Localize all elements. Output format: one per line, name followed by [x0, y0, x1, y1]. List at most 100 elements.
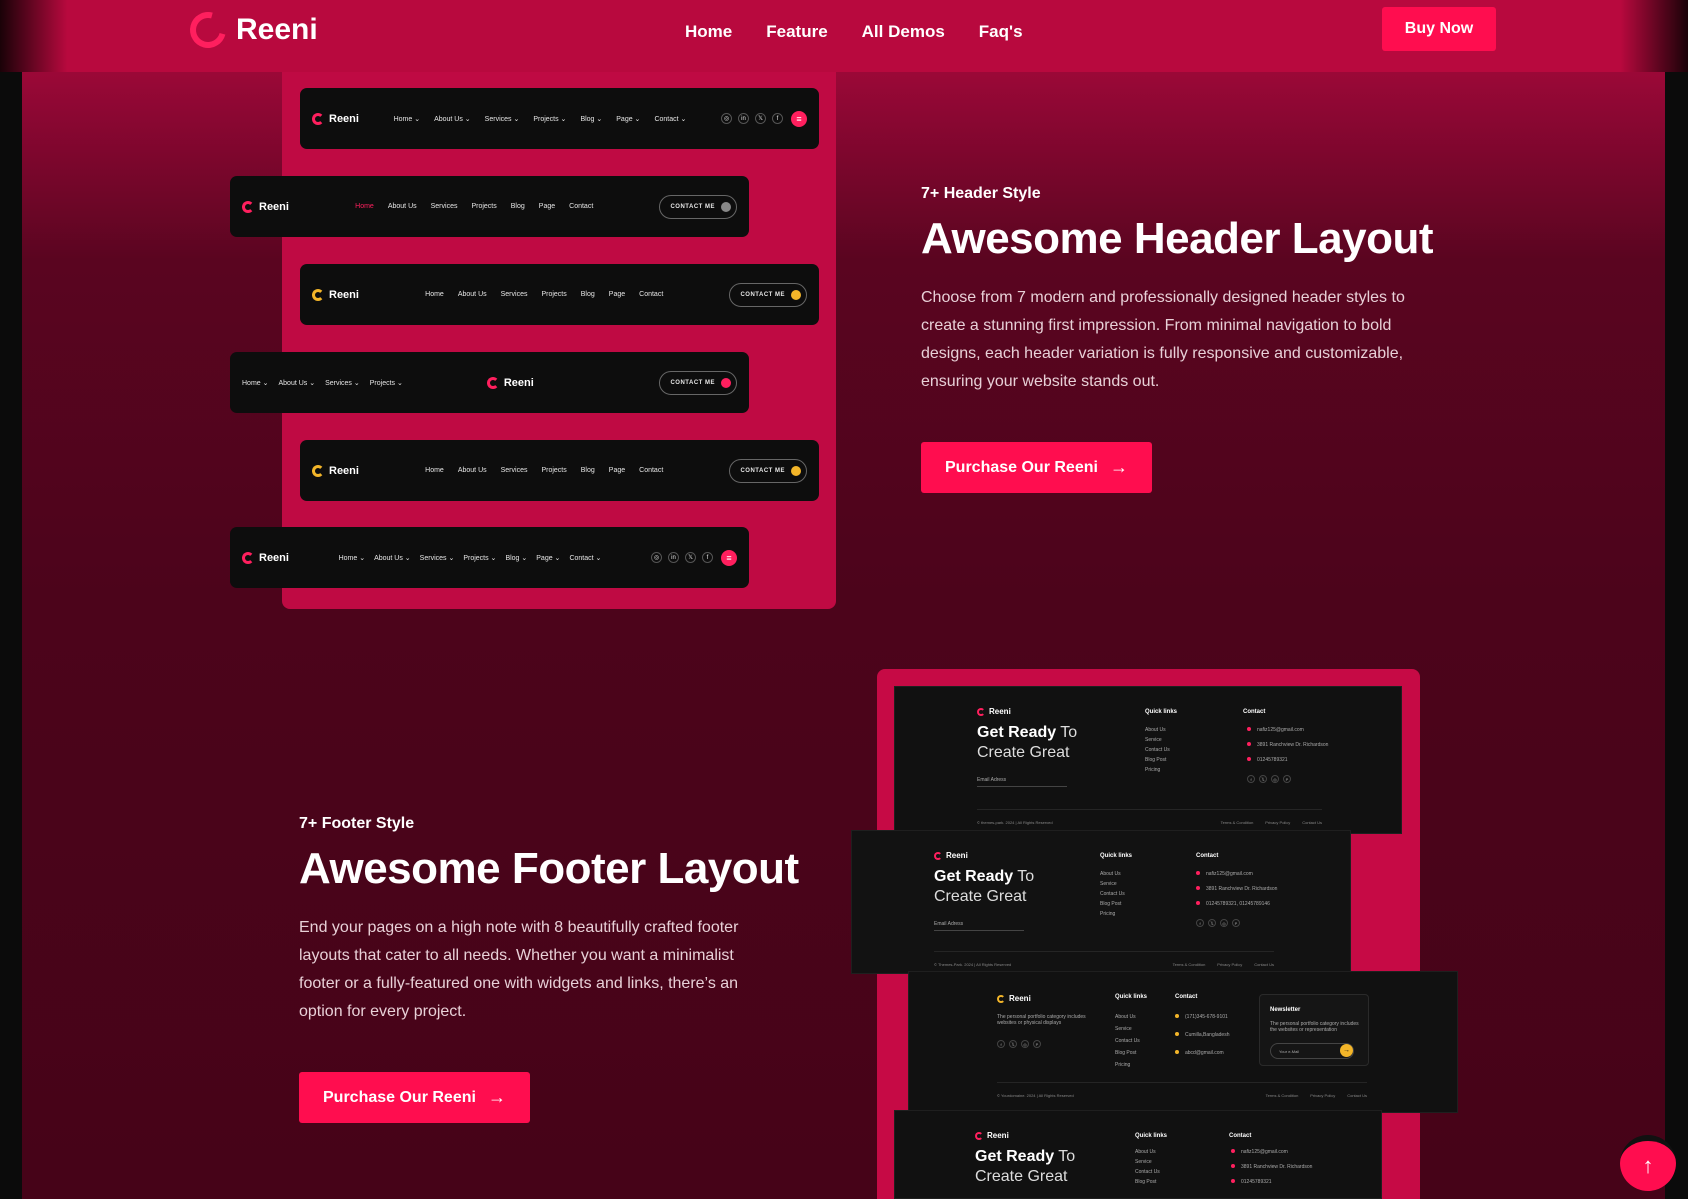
preview-social: f 𝕏 ◎ P	[1196, 919, 1240, 927]
preview-logo-text: Reeni	[1009, 994, 1031, 1003]
quick-link: About Us	[1145, 727, 1166, 733]
hamburger-menu-icon: ≡	[790, 110, 807, 127]
arrow-circle-icon	[721, 201, 731, 212]
contact-text: (171)345-678-9101	[1185, 1014, 1228, 1020]
location-icon	[1247, 742, 1251, 746]
preview-logo: Reeni	[934, 851, 968, 860]
preview-logo-text: Reeni	[989, 707, 1011, 716]
contact-item: 01245789321	[1231, 1179, 1312, 1185]
copyright: © Themes-Park. 2024 | All Rights Reserve…	[934, 962, 1012, 967]
legal-link: Terms & Condition	[1220, 820, 1254, 825]
legal-links: Terms & Condition Privacy Policy Contact U…	[1221, 820, 1322, 825]
footer-preview-2[interactable]: Reeni Get Ready To Create Great Email Adr…	[851, 830, 1351, 974]
quick-link: Contact Us	[1115, 1038, 1140, 1044]
quick-links-list: About Us Service Contact Us Blog Post	[1135, 1149, 1160, 1185]
preview-nav-item: About Us	[457, 291, 487, 298]
contact-text: 3891 Ranchview Dr. Richardson	[1206, 886, 1278, 892]
copyright: © Yourdomaine. 2024 | All Rights Reserve…	[997, 1093, 1074, 1098]
header-preview-1[interactable]: Reeni Home ⌄ About Us ⌄ Services ⌄ Proje…	[300, 88, 819, 149]
reeni-logo-icon	[242, 200, 254, 213]
quick-links-list: About Us Service Contact Us Blog Post Pr…	[1100, 871, 1125, 917]
x-icon: 𝕏	[1009, 1040, 1017, 1048]
facebook-icon: f	[701, 552, 713, 563]
preview-contact-button: CONTACT ME	[659, 194, 737, 219]
quick-link: Blog Post	[1115, 1050, 1137, 1056]
quick-link: Pricing	[1145, 767, 1161, 773]
contact-list: nafiz125@gmail.com 3891 Ranchview Dr. Ri…	[1231, 1149, 1312, 1185]
header-preview-2[interactable]: Reeni Home About Us Services Projects Bl…	[230, 176, 749, 237]
contact-item: 01245789321, 01245789146	[1196, 901, 1277, 907]
preview-nav-item: Blog	[580, 291, 595, 298]
contact-item: Cumilla,Bangladesh	[1175, 1032, 1229, 1038]
arrow-circle-icon	[791, 465, 801, 476]
header-preview-6[interactable]: Reeni Home ⌄ About Us ⌄ Services ⌄ Proje…	[230, 527, 749, 588]
preview-footer-bottom: © themes-park. 2024 | All Rights Reserve…	[977, 809, 1322, 825]
arrow-circle-icon	[791, 289, 801, 300]
contact-text: nafiz125@gmail.com	[1257, 727, 1304, 733]
purchase-button-header[interactable]: Purchase Our Reeni →	[921, 442, 1152, 493]
preview-nav-item: Services	[430, 203, 458, 210]
location-icon	[1231, 1164, 1235, 1168]
brand[interactable]: Reeni	[183, 5, 318, 55]
footer-preview-1[interactable]: Reeni Get Ready To Create Great Email Adr…	[894, 686, 1402, 834]
contact-text: 01245789321, 01245789146	[1206, 901, 1270, 907]
quick-link: Service	[1145, 737, 1162, 743]
header-preview-5[interactable]: Reeni Home About Us Services Projects Bl…	[300, 440, 819, 501]
preview-nav-item: Contact ⌄	[654, 115, 687, 123]
x-icon: 𝕏	[1259, 775, 1267, 783]
contact-text: abcd@gmail.com	[1185, 1050, 1224, 1056]
headline-line2: Create Great	[975, 1168, 1068, 1185]
contact-list: (171)345-678-9101 Cumilla,Bangladesh abc…	[1175, 1014, 1229, 1056]
brand-name: Reeni	[236, 13, 318, 46]
preview-logo-text: Reeni	[946, 851, 968, 860]
purchase-button-footer[interactable]: Purchase Our Reeni →	[299, 1072, 530, 1123]
footer-preview-3[interactable]: Reeni The personal portfolio category in…	[908, 971, 1458, 1113]
preview-contact-button: CONTACT ME	[729, 458, 807, 483]
contact-title: Contact	[1196, 853, 1219, 859]
reeni-logo-icon	[242, 551, 254, 564]
preview-logo: Reeni	[977, 707, 1011, 716]
contact-item: nafiz125@gmail.com	[1231, 1149, 1312, 1155]
reeni-logo-icon	[997, 994, 1005, 1003]
header-preview-3[interactable]: Reeni Home About Us Services Projects Bl…	[300, 264, 819, 325]
nav-all-demos[interactable]: All Demos	[862, 22, 945, 42]
preview-nav-item: Home	[425, 291, 444, 298]
headline-light: To	[1058, 1148, 1076, 1165]
nav-home[interactable]: Home	[685, 22, 732, 42]
top-navbar: Reeni Home Feature All Demos Faq's Buy N…	[0, 0, 1688, 72]
contact-text: nafiz125@gmail.com	[1206, 871, 1253, 877]
nav-feature[interactable]: Feature	[766, 22, 827, 42]
preview-logo-text: Reeni	[987, 1131, 1009, 1140]
preview-nav-item: Projects	[541, 291, 567, 298]
preview-logo-text: Reeni	[259, 551, 289, 564]
header-preview-4[interactable]: Home ⌄ About Us ⌄ Services ⌄ Projects ⌄ …	[230, 352, 749, 413]
preview-nav-item: Contact	[639, 291, 664, 298]
preview-nav-item: Services ⌄	[484, 115, 520, 123]
phone-icon	[1196, 901, 1200, 905]
preview-nav-item: Home ⌄	[393, 115, 421, 123]
arrow-right-icon[interactable]: →	[1340, 1044, 1353, 1057]
preview-nav-item: Home	[425, 467, 444, 474]
newsletter-box: Newsletter The personal portfolio catego…	[1259, 994, 1369, 1066]
footer-preview-4[interactable]: Reeni Get Ready To Create Great Quick lin…	[894, 1110, 1382, 1199]
preview-logo: Reeni	[975, 1131, 1009, 1140]
mail-icon	[1231, 1149, 1235, 1153]
purchase-label: Purchase Our Reeni	[323, 1088, 476, 1106]
quick-link: Contact Us	[1135, 1169, 1160, 1175]
buy-now-button[interactable]: Buy Now	[1382, 7, 1496, 51]
facebook-icon: f	[1247, 775, 1255, 783]
quick-links-list: About Us Service Contact Us Blog Post Pr…	[1145, 727, 1170, 773]
scroll-to-top-button[interactable]: ↑	[1620, 1135, 1676, 1191]
preview-nav-item: Services	[500, 291, 528, 298]
preview-logo: Reeni	[486, 376, 534, 389]
legal-links: Terms & Condition Privacy Policy Contact U…	[1173, 962, 1274, 967]
nav-faqs[interactable]: Faq's	[979, 22, 1023, 42]
legal-link: Privacy Policy	[1265, 820, 1291, 825]
preview-logo-text: Reeni	[329, 464, 359, 477]
location-icon	[1196, 886, 1200, 890]
preview-logo: Reeni	[242, 551, 289, 564]
contact-text: 3891 Ranchview Dr. Richardson	[1257, 742, 1329, 748]
footer-eyebrow: 7+ Footer Style	[299, 815, 415, 832]
reeni-logo-icon	[312, 464, 324, 477]
contact-item: nafiz125@gmail.com	[1196, 871, 1277, 877]
